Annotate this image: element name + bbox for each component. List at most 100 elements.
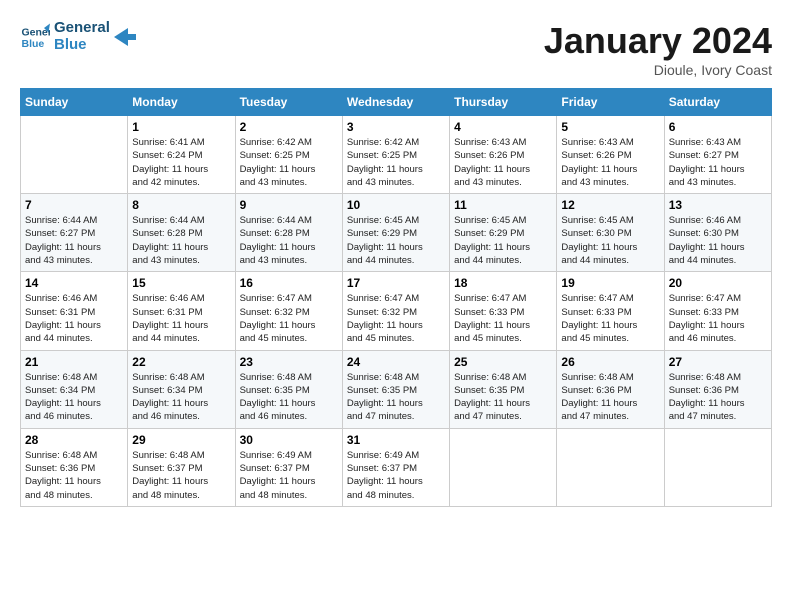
calendar-cell <box>21 116 128 194</box>
calendar-cell: 28 Sunrise: 6:48 AM Sunset: 6:36 PM Dayli… <box>21 428 128 506</box>
day-info: Sunrise: 6:48 AM Sunset: 6:35 PM Dayligh… <box>454 371 552 424</box>
day-number: 10 <box>347 198 445 212</box>
day-info: Sunrise: 6:47 AM Sunset: 6:32 PM Dayligh… <box>347 292 445 345</box>
day-info: Sunrise: 6:43 AM Sunset: 6:26 PM Dayligh… <box>454 136 552 189</box>
day-number: 8 <box>132 198 230 212</box>
calendar-cell: 23 Sunrise: 6:48 AM Sunset: 6:35 PM Dayli… <box>235 350 342 428</box>
day-number: 20 <box>669 276 767 290</box>
day-number: 11 <box>454 198 552 212</box>
calendar-day-header: Tuesday <box>235 89 342 116</box>
day-info: Sunrise: 6:42 AM Sunset: 6:25 PM Dayligh… <box>347 136 445 189</box>
calendar-cell <box>557 428 664 506</box>
calendar-week-row: 1 Sunrise: 6:41 AM Sunset: 6:24 PM Daylig… <box>21 116 772 194</box>
day-number: 14 <box>25 276 123 290</box>
day-info: Sunrise: 6:47 AM Sunset: 6:33 PM Dayligh… <box>669 292 767 345</box>
day-number: 26 <box>561 355 659 369</box>
title-block: January 2024 Dioule, Ivory Coast <box>544 20 772 78</box>
day-info: Sunrise: 6:43 AM Sunset: 6:26 PM Dayligh… <box>561 136 659 189</box>
calendar-cell: 2Sunrise: 6:42 AM Sunset: 6:25 PM Daylig… <box>235 116 342 194</box>
calendar-cell: 25 Sunrise: 6:48 AM Sunset: 6:35 PM Dayli… <box>450 350 557 428</box>
day-number: 22 <box>132 355 230 369</box>
day-number: 3 <box>347 120 445 134</box>
calendar-day-header: Thursday <box>450 89 557 116</box>
day-info: Sunrise: 6:41 AM Sunset: 6:24 PM Dayligh… <box>132 136 230 189</box>
day-info: Sunrise: 6:48 AM Sunset: 6:36 PM Dayligh… <box>669 371 767 424</box>
logo-arrow-icon <box>114 28 136 46</box>
day-number: 31 <box>347 433 445 447</box>
calendar-cell: 24Sunrise: 6:48 AM Sunset: 6:35 PM Dayli… <box>342 350 449 428</box>
day-info: Sunrise: 6:48 AM Sunset: 6:36 PM Dayligh… <box>561 371 659 424</box>
day-number: 30 <box>240 433 338 447</box>
calendar-cell: 1 Sunrise: 6:41 AM Sunset: 6:24 PM Daylig… <box>128 116 235 194</box>
page-header: General Blue General Blue January 2024 D… <box>20 20 772 78</box>
day-number: 25 <box>454 355 552 369</box>
day-number: 17 <box>347 276 445 290</box>
calendar-cell: 13 Sunrise: 6:46 AM Sunset: 6:30 PM Dayli… <box>664 194 771 272</box>
day-info: Sunrise: 6:43 AM Sunset: 6:27 PM Dayligh… <box>669 136 767 189</box>
day-number: 21 <box>25 355 123 369</box>
calendar-cell: 5 Sunrise: 6:43 AM Sunset: 6:26 PM Daylig… <box>557 116 664 194</box>
day-number: 13 <box>669 198 767 212</box>
calendar-day-header: Wednesday <box>342 89 449 116</box>
day-info: Sunrise: 6:44 AM Sunset: 6:28 PM Dayligh… <box>132 214 230 267</box>
calendar-cell: 22 Sunrise: 6:48 AM Sunset: 6:34 PM Dayli… <box>128 350 235 428</box>
calendar-cell <box>664 428 771 506</box>
day-info: Sunrise: 6:45 AM Sunset: 6:30 PM Dayligh… <box>561 214 659 267</box>
day-number: 16 <box>240 276 338 290</box>
calendar-header-row: SundayMondayTuesdayWednesdayThursdayFrid… <box>21 89 772 116</box>
logo-text-line1: General <box>54 20 110 37</box>
day-info: Sunrise: 6:47 AM Sunset: 6:32 PM Dayligh… <box>240 292 338 345</box>
day-info: Sunrise: 6:48 AM Sunset: 6:36 PM Dayligh… <box>25 449 123 502</box>
day-info: Sunrise: 6:42 AM Sunset: 6:25 PM Dayligh… <box>240 136 338 189</box>
day-info: Sunrise: 6:48 AM Sunset: 6:34 PM Dayligh… <box>132 371 230 424</box>
day-info: Sunrise: 6:45 AM Sunset: 6:29 PM Dayligh… <box>347 214 445 267</box>
day-info: Sunrise: 6:49 AM Sunset: 6:37 PM Dayligh… <box>347 449 445 502</box>
day-info: Sunrise: 6:47 AM Sunset: 6:33 PM Dayligh… <box>454 292 552 345</box>
logo-icon: General Blue <box>20 22 50 52</box>
day-number: 5 <box>561 120 659 134</box>
day-number: 27 <box>669 355 767 369</box>
day-number: 7 <box>25 198 123 212</box>
day-info: Sunrise: 6:46 AM Sunset: 6:31 PM Dayligh… <box>132 292 230 345</box>
calendar-cell <box>450 428 557 506</box>
day-info: Sunrise: 6:48 AM Sunset: 6:35 PM Dayligh… <box>240 371 338 424</box>
day-number: 1 <box>132 120 230 134</box>
calendar-cell: 4Sunrise: 6:43 AM Sunset: 6:26 PM Daylig… <box>450 116 557 194</box>
day-info: Sunrise: 6:49 AM Sunset: 6:37 PM Dayligh… <box>240 449 338 502</box>
calendar-cell: 8 Sunrise: 6:44 AM Sunset: 6:28 PM Daylig… <box>128 194 235 272</box>
day-info: Sunrise: 6:48 AM Sunset: 6:34 PM Dayligh… <box>25 371 123 424</box>
calendar-cell: 9Sunrise: 6:44 AM Sunset: 6:28 PM Daylig… <box>235 194 342 272</box>
day-number: 28 <box>25 433 123 447</box>
day-number: 19 <box>561 276 659 290</box>
calendar-cell: 21 Sunrise: 6:48 AM Sunset: 6:34 PM Dayli… <box>21 350 128 428</box>
day-number: 6 <box>669 120 767 134</box>
calendar-cell: 3 Sunrise: 6:42 AM Sunset: 6:25 PM Daylig… <box>342 116 449 194</box>
calendar-day-header: Friday <box>557 89 664 116</box>
day-number: 18 <box>454 276 552 290</box>
calendar-cell: 11Sunrise: 6:45 AM Sunset: 6:29 PM Dayli… <box>450 194 557 272</box>
calendar-cell: 14Sunrise: 6:46 AM Sunset: 6:31 PM Dayli… <box>21 272 128 350</box>
day-number: 23 <box>240 355 338 369</box>
calendar-cell: 6 Sunrise: 6:43 AM Sunset: 6:27 PM Daylig… <box>664 116 771 194</box>
calendar-day-header: Monday <box>128 89 235 116</box>
day-number: 24 <box>347 355 445 369</box>
calendar-cell: 19 Sunrise: 6:47 AM Sunset: 6:33 PM Dayli… <box>557 272 664 350</box>
calendar-cell: 12Sunrise: 6:45 AM Sunset: 6:30 PM Dayli… <box>557 194 664 272</box>
logo-text-line2: Blue <box>54 37 110 54</box>
day-info: Sunrise: 6:48 AM Sunset: 6:37 PM Dayligh… <box>132 449 230 502</box>
calendar-week-row: 7Sunrise: 6:44 AM Sunset: 6:27 PM Daylig… <box>21 194 772 272</box>
day-number: 29 <box>132 433 230 447</box>
calendar-cell: 17 Sunrise: 6:47 AM Sunset: 6:32 PM Dayli… <box>342 272 449 350</box>
day-info: Sunrise: 6:46 AM Sunset: 6:30 PM Dayligh… <box>669 214 767 267</box>
calendar-cell: 26 Sunrise: 6:48 AM Sunset: 6:36 PM Dayli… <box>557 350 664 428</box>
logo: General Blue General Blue <box>20 20 136 53</box>
day-info: Sunrise: 6:47 AM Sunset: 6:33 PM Dayligh… <box>561 292 659 345</box>
calendar-cell: 29 Sunrise: 6:48 AM Sunset: 6:37 PM Dayli… <box>128 428 235 506</box>
calendar-cell: 10 Sunrise: 6:45 AM Sunset: 6:29 PM Dayli… <box>342 194 449 272</box>
calendar-day-header: Sunday <box>21 89 128 116</box>
svg-text:Blue: Blue <box>22 37 45 49</box>
day-number: 15 <box>132 276 230 290</box>
calendar-cell: 7Sunrise: 6:44 AM Sunset: 6:27 PM Daylig… <box>21 194 128 272</box>
calendar-week-row: 28 Sunrise: 6:48 AM Sunset: 6:36 PM Dayli… <box>21 428 772 506</box>
day-number: 9 <box>240 198 338 212</box>
